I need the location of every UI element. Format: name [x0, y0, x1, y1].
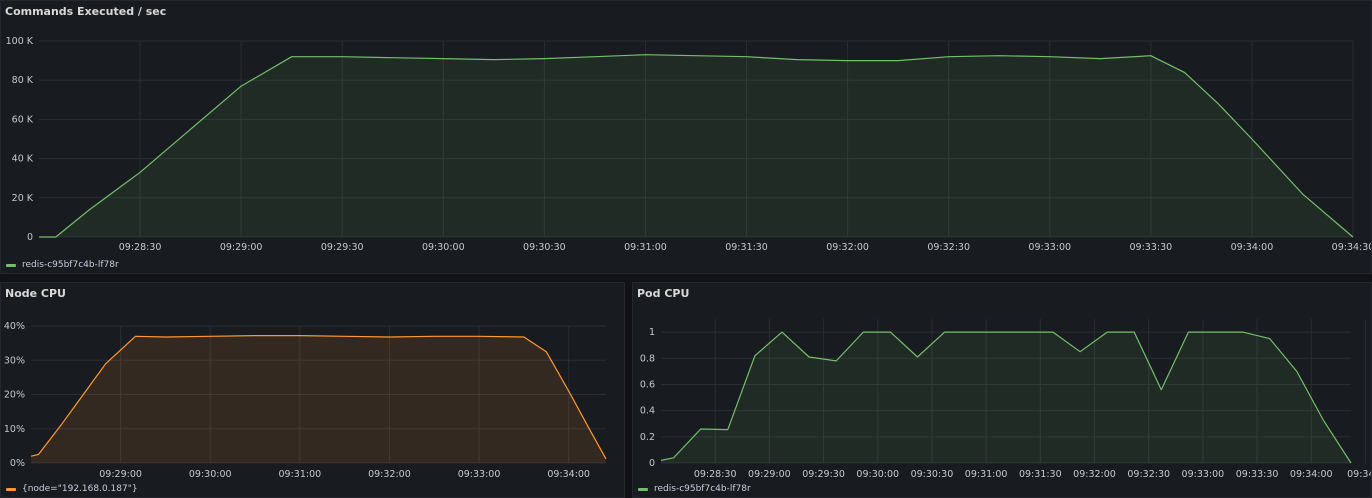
x-tick-label: 09:34:00 [1290, 469, 1333, 480]
node-cpu-chart: 0% 10% 20% 30% 40% 09:29:00 09:30:00 09:31:00 09… [4, 321, 607, 480]
x-tick-label: 09:32:30 [927, 242, 970, 253]
x-tick-label: 09:31:00 [278, 469, 321, 480]
y-tick-label: 0% [10, 458, 25, 469]
y-tick-label: 10% [4, 424, 25, 435]
node-cpu-panel: Node CPU 0% 10% 20% 30% 40% 09:29:00 09:30:00 0… [0, 282, 625, 498]
x-tick-label: 09:28:30 [119, 242, 162, 253]
x-tick-label: 09:34:00 [1231, 242, 1274, 253]
x-tick-label: 09:31:30 [1019, 469, 1062, 480]
x-tick-label: 09:33:30 [1236, 469, 1279, 480]
pod-cpu-chart: 0 0.2 0.4 0.6 0.8 1 09:28:30 09:29:00 09:29:30 09… [640, 319, 1372, 480]
series-area [31, 335, 606, 463]
x-tick-label: 09:29:30 [802, 469, 845, 480]
x-tick-label: 09:32:30 [1127, 469, 1170, 480]
x-tick-label: 09:31:30 [725, 242, 768, 253]
y-tick-label: 20% [4, 390, 25, 401]
x-tick-label: 09:28:30 [694, 469, 737, 480]
series-area [39, 54, 1353, 238]
x-tick-label: 09:30:00 [856, 469, 899, 480]
pod-cpu-panel: Pod CPU 0 0.2 0.4 0.6 0.8 1 09:28:30 09:29:00 09… [632, 282, 1372, 498]
legend-swatch-icon [638, 487, 648, 491]
y-tick-label: 0.6 [640, 379, 655, 390]
x-tick-label: 09:30:30 [523, 242, 566, 253]
x-tick-label: 09:34:30 [1332, 242, 1372, 253]
y-tick-label: 0.2 [640, 432, 655, 443]
x-tick-label: 09:30:00 [422, 242, 465, 253]
y-tick-label: 40 K [12, 154, 34, 165]
x-tick-label: 09:29:00 [99, 469, 142, 480]
y-tick-label: 40% [4, 321, 25, 332]
x-tick-label: 09:29:30 [321, 242, 364, 253]
x-tick-label: 09:30:00 [189, 469, 232, 480]
x-tick-label: 09:32:00 [1073, 469, 1116, 480]
y-tick-label: 100 K [6, 36, 34, 47]
x-tick-label: 09:33:00 [1182, 469, 1225, 480]
x-tick-label: 09:33:30 [1130, 242, 1173, 253]
x-tick-label: 09:29:00 [220, 242, 263, 253]
x-tick-label: 09:32:00 [368, 469, 411, 480]
x-tick-label: 09:34:00 [547, 469, 590, 480]
y-tick-label: 20 K [12, 193, 34, 204]
legend-label: redis-c95bf7c4b-lf78r [22, 260, 119, 270]
legend-swatch-icon [6, 263, 16, 267]
y-tick-label: 0 [649, 458, 655, 469]
y-tick-label: 0.8 [640, 353, 655, 364]
legend[interactable]: {node="192.168.0.187"} [6, 484, 138, 494]
legend-swatch-icon [6, 487, 16, 491]
x-tick-label: 09:31:00 [965, 469, 1008, 480]
x-tick-label: 09:33:00 [458, 469, 501, 480]
y-tick-label: 1 [649, 327, 655, 338]
x-tick-label: 09:33:00 [1028, 242, 1071, 253]
x-tick-label: 09:31:00 [624, 242, 667, 253]
legend-label: {node="192.168.0.187"} [22, 484, 138, 494]
y-tick-label: 0 [27, 232, 33, 243]
x-tick-label: 09:29:00 [748, 469, 791, 480]
series-area [661, 332, 1351, 463]
x-tick-label: 09:34:3 [1347, 469, 1372, 480]
legend-label: redis-c95bf7c4b-lf78r [654, 484, 751, 494]
legend[interactable]: redis-c95bf7c4b-lf78r [638, 484, 751, 494]
commands-executed-chart: 0 20 K 40 K 60 K 80 K 100 K 09:28:30 09:29:00 09… [6, 36, 1372, 253]
y-tick-label: 80 K [12, 75, 34, 86]
legend[interactable]: redis-c95bf7c4b-lf78r [6, 260, 119, 270]
y-tick-label: 0.4 [640, 406, 655, 417]
y-tick-label: 30% [4, 355, 25, 366]
commands-executed-panel: Commands Executed / sec 0 20 K 40 K 60 K 80 … [0, 0, 1372, 274]
x-tick-label: 09:30:30 [911, 469, 954, 480]
y-tick-label: 60 K [12, 114, 34, 125]
x-tick-label: 09:32:00 [826, 242, 869, 253]
